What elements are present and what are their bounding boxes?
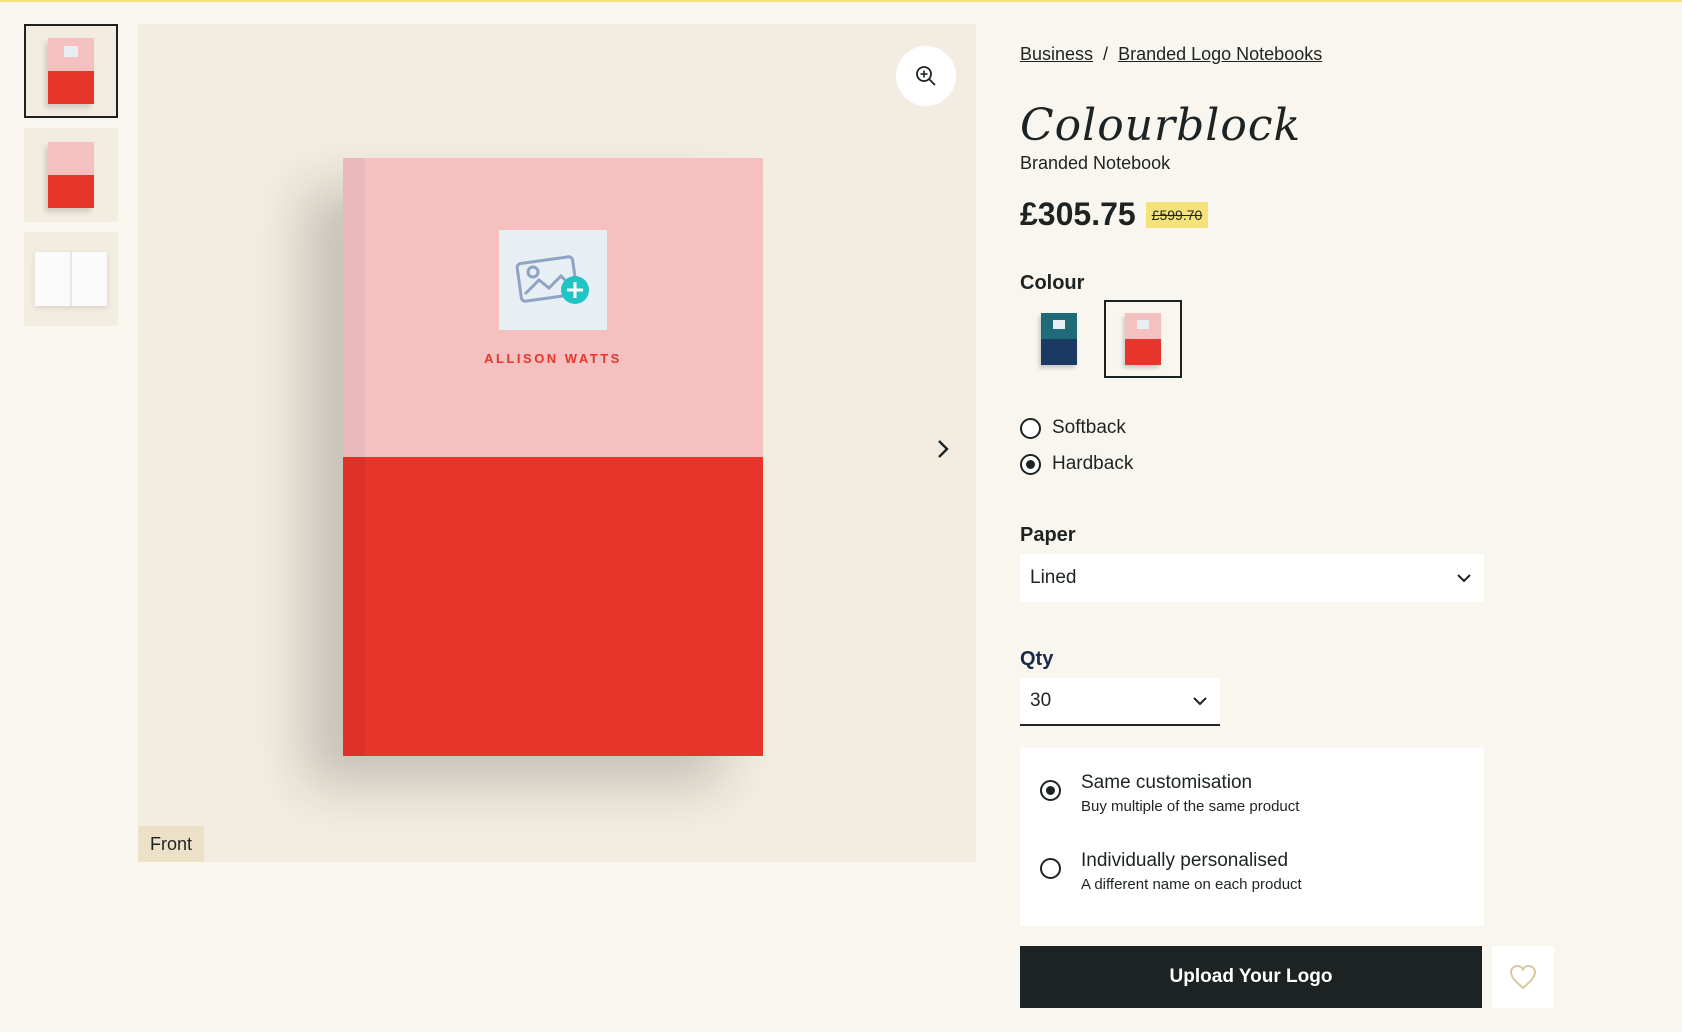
top-accent-bar xyxy=(0,0,1682,2)
logo-placeholder[interactable] xyxy=(499,230,607,330)
breadcrumb-branded-logo-notebooks[interactable]: Branded Logo Notebooks xyxy=(1118,44,1322,64)
thumbnail-inside-image xyxy=(35,252,107,306)
individual-personalised-desc: A different name on each product xyxy=(1081,876,1302,893)
personalised-name: ALLISON WATTS xyxy=(484,351,622,366)
colour-swatch-pink-red[interactable] xyxy=(1104,300,1182,378)
customisation-same[interactable]: Same customisation Buy multiple of the s… xyxy=(1040,772,1299,815)
wishlist-button[interactable] xyxy=(1492,946,1554,1008)
thumbnail-list xyxy=(24,24,118,336)
breadcrumb-business[interactable]: Business xyxy=(1020,44,1093,64)
hardback-radio[interactable] xyxy=(1020,453,1041,475)
image-add-icon xyxy=(515,255,589,304)
colour-label: Colour xyxy=(1020,272,1085,294)
qty-select[interactable]: 30 xyxy=(1020,678,1220,726)
softback-radio[interactable] xyxy=(1020,417,1041,439)
colour-swatches xyxy=(1020,300,1188,378)
individual-personalised-title: Individually personalised xyxy=(1081,850,1289,871)
zoom-button[interactable] xyxy=(896,46,956,106)
main-product-image: ALLISON WATTS Front xyxy=(138,24,976,862)
customisation-individual[interactable]: Individually personalised A different na… xyxy=(1040,850,1302,893)
thumbnail-back[interactable] xyxy=(24,128,118,222)
breadcrumb-separator: / xyxy=(1103,44,1109,64)
paper-selected-value: Lined xyxy=(1030,567,1077,588)
chevron-right-icon xyxy=(938,440,949,458)
chevron-down-icon xyxy=(1457,574,1471,583)
heart-icon xyxy=(1509,964,1537,990)
product-title: Colourblock xyxy=(1020,100,1302,151)
breadcrumb: Business / Branded Logo Notebooks xyxy=(1020,44,1322,65)
qty-selected-value: 30 xyxy=(1030,690,1052,711)
paper-label: Paper xyxy=(1020,524,1076,546)
cover-option-softback[interactable]: Softback xyxy=(1020,417,1126,439)
current-price: £305.75 xyxy=(1020,196,1136,232)
product-subtitle: Branded Notebook xyxy=(1020,153,1171,173)
price-row: £305.75 £599.70 xyxy=(1020,196,1209,233)
individual-personalised-radio[interactable] xyxy=(1040,858,1061,879)
same-customisation-title: Same customisation xyxy=(1081,772,1253,793)
cover-option-hardback[interactable]: Hardback xyxy=(1020,453,1133,475)
upload-logo-button[interactable]: Upload Your Logo xyxy=(1020,946,1482,1008)
colour-swatch-teal-navy[interactable] xyxy=(1020,300,1098,378)
next-image-button[interactable] xyxy=(928,434,958,464)
same-customisation-radio[interactable] xyxy=(1040,780,1061,801)
notebook-cover: ALLISON WATTS xyxy=(343,158,763,756)
same-customisation-desc: Buy multiple of the same product xyxy=(1081,798,1300,815)
thumbnail-front-image xyxy=(48,38,94,104)
thumbnail-front[interactable] xyxy=(24,24,118,118)
thumbnail-inside[interactable] xyxy=(24,232,118,326)
qty-label: Qty xyxy=(1020,648,1054,670)
paper-select[interactable]: Lined xyxy=(1020,554,1484,602)
softback-label: Softback xyxy=(1052,417,1126,438)
chevron-down-icon xyxy=(1193,697,1207,706)
view-label: Front xyxy=(138,826,205,862)
thumbnail-back-image xyxy=(48,142,94,208)
customisation-options: Same customisation Buy multiple of the s… xyxy=(1020,748,1484,926)
old-price: £599.70 xyxy=(1145,201,1209,228)
hardback-label: Hardback xyxy=(1052,453,1134,474)
zoom-in-icon xyxy=(916,66,936,86)
